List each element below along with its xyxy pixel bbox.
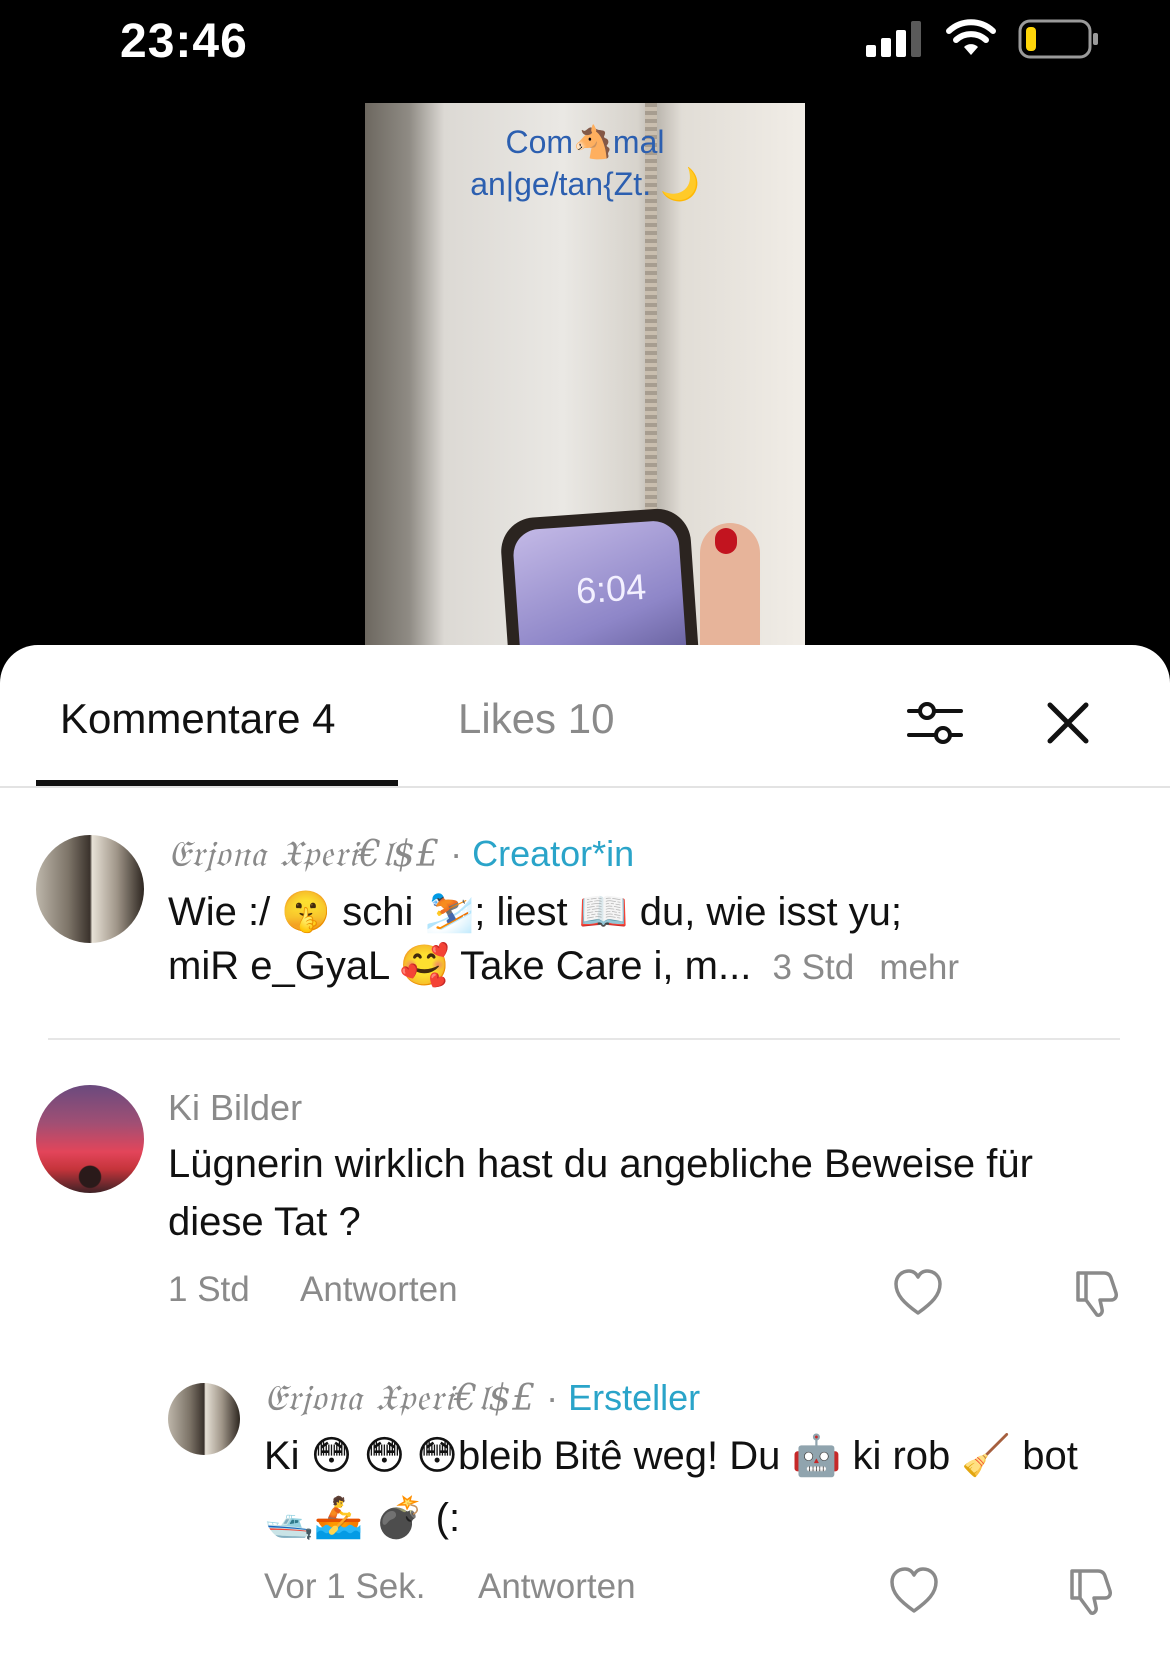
comment-author-line: 𝔈𝔯𝔧𝔬𝔫𝔞 𝔛𝔭𝔢𝔯𝔦€𝔩$£ · Ersteller <box>264 1377 700 1420</box>
battery-icon <box>1018 19 1098 59</box>
signal-icon <box>866 21 921 57</box>
tabs-divider <box>0 786 1170 788</box>
phone-screen: 6:04 <box>511 519 689 648</box>
avatar[interactable] <box>36 1085 144 1193</box>
wifi-icon <box>946 19 996 55</box>
tab-likes[interactable]: Likes 10 <box>458 695 614 743</box>
comment-item: Ki Bilder Lügnerin wirklich hast du ange… <box>0 1085 1170 1317</box>
comment-divider <box>48 1038 1120 1040</box>
status-bar: 23:46 <box>0 0 1170 90</box>
comment-time: Vor 1 Sek. <box>264 1567 426 1606</box>
comment-text-line2-body: miR e_GyaL 🥰 Take Care i, m... <box>168 944 752 988</box>
avatar[interactable] <box>168 1383 240 1455</box>
comment-text: Lügnerin wirklich hast du angebliche Bew… <box>168 1142 1033 1244</box>
reply-button[interactable]: Antworten <box>478 1567 636 1607</box>
comment-author[interactable]: 𝔈𝔯𝔧𝔬𝔫𝔞 𝔛𝔭𝔢𝔯𝔦€𝔩$£ <box>168 834 440 875</box>
heart-icon[interactable] <box>888 1565 940 1617</box>
reply-item: 𝔈𝔯𝔧𝔬𝔫𝔞 𝔛𝔭𝔢𝔯𝔦€𝔩$£ · Ersteller Ki 😳 😳 😳ble… <box>0 1377 1170 1653</box>
video-caption-line2: an|ge/tan{Zt. 🌙 <box>470 166 700 202</box>
video-preview[interactable]: Com🐴mal an|ge/tan{Zt. 🌙 6:04 <box>365 103 805 648</box>
tab-comments[interactable]: Kommentare 4 <box>60 695 335 743</box>
more-button[interactable]: mehr <box>879 948 959 987</box>
author-separator: · <box>536 1377 569 1418</box>
fingernail <box>715 528 737 554</box>
status-time: 23:46 <box>120 15 248 68</box>
status-icons <box>866 18 1100 60</box>
author-separator: · <box>440 833 473 874</box>
creator-badge: Ersteller <box>568 1377 701 1418</box>
comment-item: 𝔈𝔯𝔧𝔬𝔫𝔞 𝔛𝔭𝔢𝔯𝔦€𝔩$£ · Creator*in Wie :/ 🤫 s… <box>0 833 1170 988</box>
comment-author[interactable]: Ki Bilder <box>168 1087 302 1129</box>
comment-time: 3 Std <box>772 948 855 987</box>
comment-author[interactable]: 𝔈𝔯𝔧𝔬𝔫𝔞 𝔛𝔭𝔢𝔯𝔦€𝔩$£ <box>264 1378 536 1419</box>
dislike-icon[interactable] <box>1064 1565 1116 1617</box>
creator-badge: Creator*in <box>472 833 635 874</box>
comment-text-line2: miR e_GyaL 🥰 Take Care i, m... 3 Std meh… <box>168 939 1128 995</box>
lockscreen-time: 6:04 <box>574 565 648 612</box>
comments-sheet: Kommentare 4 Likes 10 𝔈𝔯𝔧𝔬𝔫𝔞 𝔛𝔭𝔢𝔯𝔦€𝔩$£ ·… <box>0 645 1170 1666</box>
close-icon[interactable] <box>1040 695 1096 751</box>
sheet-tabs: Kommentare 4 Likes 10 <box>0 645 1170 788</box>
reply-button[interactable]: Antworten <box>300 1270 458 1310</box>
comment-author-line: 𝔈𝔯𝔧𝔬𝔫𝔞 𝔛𝔭𝔢𝔯𝔦€𝔩$£ · Creator*in <box>168 833 634 876</box>
comment-text: Ki 😳 😳 😳bleib Bitê weg! Du 🤖 ki rob 🧹 bo… <box>264 1434 1078 1540</box>
heart-icon[interactable] <box>892 1267 944 1319</box>
video-caption: Com🐴mal an|ge/tan{Zt. 🌙 <box>365 121 805 205</box>
dislike-icon[interactable] <box>1070 1267 1122 1319</box>
filter-icon[interactable] <box>905 693 965 753</box>
comment-time: 1 Std <box>168 1270 250 1309</box>
comment-text-line1: Wie :/ 🤫 schi ⛷️; liest 📖 du, wie isst y… <box>168 890 903 934</box>
avatar[interactable] <box>36 835 144 943</box>
comment-text: Wie :/ 🤫 schi ⛷️; liest 📖 du, wie isst y… <box>168 885 1128 995</box>
video-caption-line1: Com🐴mal <box>505 124 665 160</box>
phone-in-video: 6:04 <box>498 506 702 648</box>
